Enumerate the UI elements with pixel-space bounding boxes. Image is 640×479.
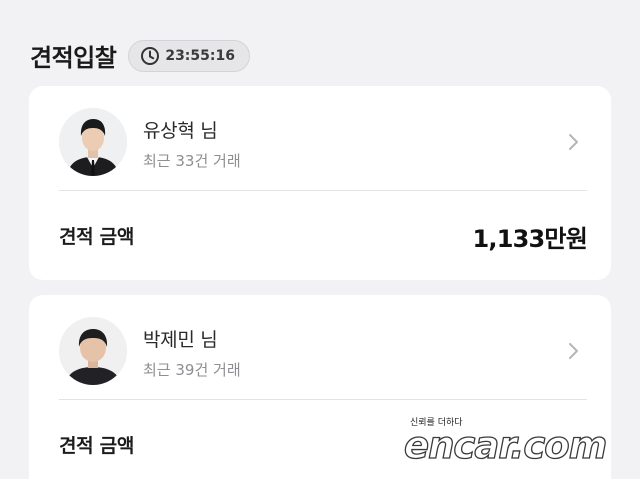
dealer-profile-row[interactable]: 박제민 님 최근 39건 거래	[29, 295, 611, 399]
bid-amount-value: 1,133만원	[472, 225, 588, 253]
bid-card: 유상혁 님 최근 33건 거래 견적 금액 1,133만원	[29, 86, 611, 280]
page-title: 견적입찰	[30, 44, 117, 72]
divider	[59, 190, 587, 191]
countdown-timer-badge: 23:55:16	[128, 39, 250, 72]
bid-amount-label: 견적 금액	[59, 435, 135, 457]
chevron-right-icon[interactable]	[567, 132, 581, 152]
dealer-avatar	[59, 108, 127, 176]
header: 견적입찰 23:55:16	[30, 38, 250, 73]
dealer-profile-row[interactable]: 유상혁 님 최근 33건 거래	[29, 86, 611, 190]
clock-icon	[140, 46, 160, 66]
encar-watermark: 신뢰를 더하다 encar.com	[403, 412, 640, 472]
dealer-avatar	[59, 317, 127, 385]
chevron-right-icon[interactable]	[567, 341, 581, 361]
dealer-name: 박제민 님	[143, 329, 218, 351]
bid-amount-label: 견적 금액	[59, 226, 135, 248]
dealer-recent-trades: 최근 33건 거래	[143, 152, 241, 170]
encar-logo: encar.com	[403, 423, 608, 467]
bid-page: 견적입찰 23:55:16 유상혁 님 최근 33건 거래 견적 금액 1,13…	[0, 0, 640, 479]
dealer-name: 유상혁 님	[143, 120, 218, 142]
divider	[59, 399, 587, 400]
dealer-recent-trades: 최근 39건 거래	[143, 361, 241, 379]
countdown-timer: 23:55:16	[165, 47, 235, 64]
